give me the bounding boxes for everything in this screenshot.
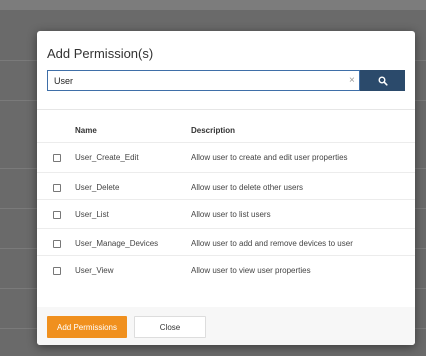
row-checkbox[interactable] bbox=[53, 211, 61, 219]
background-header bbox=[0, 0, 426, 10]
search-button[interactable] bbox=[360, 70, 405, 91]
close-button[interactable]: Close bbox=[134, 316, 206, 338]
permission-name: User_Create_Edit bbox=[75, 153, 139, 162]
add-permission-dialog: Add Permission(s) × Name Description Use… bbox=[37, 31, 415, 345]
search-bar: × bbox=[47, 70, 405, 91]
table-row[interactable]: User_List Allow user to list users bbox=[37, 199, 415, 230]
permission-description: Allow user to delete other users bbox=[191, 183, 304, 192]
permission-name: User_Delete bbox=[75, 183, 120, 192]
permission-description: Allow user to list users bbox=[191, 210, 271, 219]
permission-name: User_View bbox=[75, 266, 114, 275]
search-icon bbox=[378, 76, 388, 86]
row-checkbox[interactable] bbox=[53, 154, 61, 162]
add-permissions-button[interactable]: Add Permissions bbox=[47, 316, 127, 338]
row-checkbox[interactable] bbox=[53, 240, 61, 248]
dialog-title: Add Permission(s) bbox=[47, 46, 154, 61]
permission-name: User_Manage_Devices bbox=[75, 239, 159, 248]
table-row[interactable]: User_View Allow user to view user proper… bbox=[37, 255, 415, 286]
permission-description: Allow user to add and remove devices to … bbox=[191, 239, 353, 248]
permission-name: User_List bbox=[75, 210, 109, 219]
table-row[interactable]: User_Create_Edit Allow user to create an… bbox=[37, 142, 415, 173]
clear-icon[interactable]: × bbox=[349, 74, 355, 87]
permission-description: Allow user to view user properties bbox=[191, 266, 311, 275]
row-checkbox[interactable] bbox=[53, 267, 61, 275]
section-divider bbox=[37, 109, 415, 110]
column-header-description: Description bbox=[191, 126, 236, 135]
search-input[interactable] bbox=[47, 70, 360, 91]
row-checkbox[interactable] bbox=[53, 184, 61, 192]
permission-description: Allow user to create and edit user prope… bbox=[191, 153, 348, 162]
column-header-name: Name bbox=[75, 126, 97, 135]
